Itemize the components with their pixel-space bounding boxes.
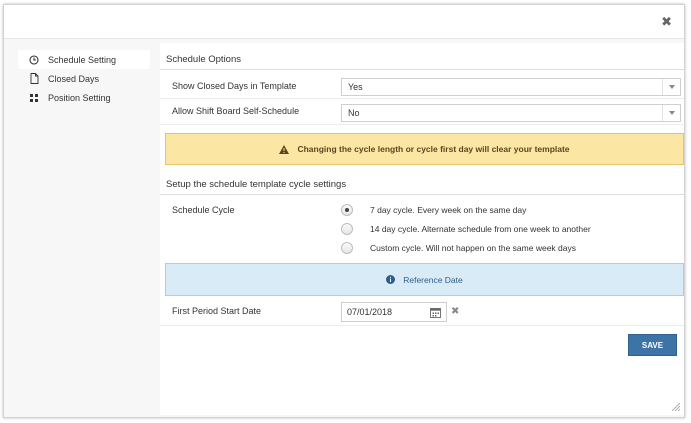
sidebar-item-closed-days[interactable]: Closed Days — [18, 69, 150, 88]
first-period-date-value: 07/01/2018 — [347, 307, 393, 317]
cycle-warning-alert: Changing the cycle length or cycle first… — [165, 133, 684, 165]
save-button[interactable]: SAVE — [628, 334, 677, 356]
sidebar-item-label: Schedule Setting — [48, 54, 117, 65]
cycle-settings-header: Setup the schedule template cycle settin… — [160, 175, 684, 195]
allow-self-schedule-label: Allow Shift Board Self-Schedule — [172, 106, 300, 116]
radio-label: 7 day cycle. Every week on the same day — [370, 205, 527, 215]
clock-icon — [28, 54, 40, 66]
radio-label: 14 day cycle. Alternate schedule from on… — [370, 224, 591, 234]
show-closed-days-select[interactable]: Yes — [341, 78, 681, 96]
radio-7-day-cycle[interactable]: 7 day cycle. Every week on the same day — [341, 202, 526, 218]
schedule-cycle-label: Schedule Cycle — [172, 205, 235, 215]
radio-button[interactable] — [341, 223, 353, 235]
schedule-settings-dialog: ✖ Schedule Setting Closed Days Position … — [3, 4, 685, 418]
show-closed-days-row: Show Closed Days in Template Yes — [160, 75, 684, 99]
first-period-label: First Period Start Date — [172, 306, 262, 316]
radio-button[interactable] — [341, 242, 353, 254]
sidebar-item-schedule-setting[interactable]: Schedule Setting — [18, 50, 150, 69]
radio-14-day-cycle[interactable]: 14 day cycle. Alternate schedule from on… — [341, 221, 591, 237]
file-icon — [28, 73, 40, 85]
radio-custom-cycle[interactable]: Custom cycle. Will not happen on the sam… — [341, 240, 576, 256]
allow-self-schedule-row: Allow Shift Board Self-Schedule No — [160, 101, 684, 125]
grid-icon — [28, 92, 40, 104]
info-icon — [386, 275, 396, 284]
settings-main-panel: Schedule Options Show Closed Days in Tem… — [160, 43, 684, 415]
allow-self-schedule-select[interactable]: No — [341, 104, 681, 122]
allow-self-schedule-value: No — [348, 108, 360, 118]
resize-grip-icon[interactable] — [671, 402, 680, 411]
radio-label: Custom cycle. Will not happen on the sam… — [370, 243, 576, 253]
close-icon[interactable]: ✖ — [661, 15, 672, 28]
sidebar-item-label: Position Setting — [48, 92, 111, 103]
reference-date-text: Reference Date — [403, 274, 463, 285]
settings-sidebar: Schedule Setting Closed Days Position Se… — [18, 50, 150, 107]
sidebar-item-position-setting[interactable]: Position Setting — [18, 88, 150, 107]
clear-date-icon[interactable]: ✖ — [451, 306, 459, 317]
chevron-down-icon — [662, 79, 680, 95]
schedule-options-header: Schedule Options — [160, 50, 684, 70]
warning-icon — [279, 144, 290, 154]
reference-date-banner: Reference Date — [165, 263, 684, 296]
show-closed-days-value: Yes — [348, 82, 363, 92]
radio-button-checked[interactable] — [341, 204, 353, 216]
dialog-titlebar: ✖ — [4, 5, 684, 39]
first-period-date-input[interactable]: 07/01/2018 — [341, 302, 447, 322]
calendar-icon[interactable] — [430, 307, 441, 318]
sidebar-item-label: Closed Days — [48, 73, 100, 84]
warning-text: Changing the cycle length or cycle first… — [297, 144, 570, 154]
show-closed-days-label: Show Closed Days in Template — [172, 81, 297, 91]
chevron-down-icon — [662, 105, 680, 121]
